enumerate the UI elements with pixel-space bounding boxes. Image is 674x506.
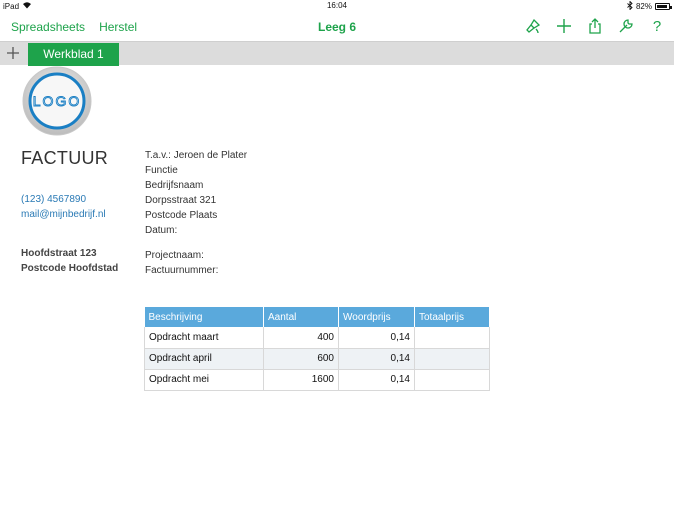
project-name: Projectnaam: — [145, 250, 204, 261]
battery-icon — [655, 3, 672, 10]
help-glyph: ? — [652, 17, 662, 35]
bluetooth-icon — [627, 0, 633, 12]
phone-number: (123) 4567890 — [21, 194, 87, 205]
invoice-heading: FACTUUR — [21, 148, 109, 168]
invoice-number: Factuurnummer: — [145, 265, 219, 276]
recipient-block: T.a.v.: Jeroen de Plater Functie Bedrijf… — [145, 148, 247, 238]
toolbar-right: ? — [524, 17, 666, 35]
table-header-row: Beschrijving Aantal Woordprijs Totaalpri… — [144, 307, 490, 327]
cell-description[interactable]: Opdracht mei — [144, 369, 264, 391]
company-address: Hoofdstraat 123 Postcode Hoofdstad — [21, 246, 118, 276]
recipient-function: Functie — [145, 165, 178, 176]
recipient-postal: Postcode Plaats — [145, 210, 218, 221]
status-bar: iPad 16:04 82% — [0, 0, 674, 12]
brush-icon[interactable] — [524, 17, 542, 35]
wrench-icon[interactable] — [617, 17, 635, 35]
table-row: Opdracht april 600 0,14 — [144, 348, 490, 370]
cell-description[interactable]: Opdracht april — [144, 348, 264, 370]
cell-word-price[interactable]: 0,14 — [338, 348, 415, 370]
table-row: Opdracht maart 400 0,14 — [144, 327, 490, 349]
cell-word-price[interactable]: 0,14 — [338, 327, 415, 349]
cell-description[interactable]: Opdracht maart — [144, 327, 264, 349]
toolbar: Spreadsheets Herstel Leeg 6 ? — [0, 12, 674, 41]
cell-quantity[interactable]: 400 — [263, 327, 339, 349]
company-logo: LOGO — [20, 66, 93, 136]
header-description[interactable]: Beschrijving — [144, 307, 264, 327]
status-right: 82% — [627, 0, 672, 12]
cell-quantity[interactable]: 1600 — [263, 369, 339, 391]
add-sheet-button[interactable] — [4, 44, 22, 62]
cell-word-price[interactable]: 0,14 — [338, 369, 415, 391]
share-icon[interactable] — [586, 17, 604, 35]
sheet-tab-bar: Werkblad 1 — [0, 41, 674, 66]
project-block: Projectnaam: Factuurnummer: — [145, 248, 218, 278]
cell-total-price[interactable] — [414, 327, 490, 349]
status-time: 16:04 — [326, 1, 348, 10]
header-total-price[interactable]: Totaalprijs — [414, 307, 490, 327]
table-row: Opdracht mei 1600 0,14 — [144, 369, 490, 391]
recipient-company: Bedrijfsnaam — [145, 180, 204, 191]
recipient-attn: T.a.v.: Jeroen de Plater — [145, 150, 248, 161]
invoice-date: Datum: — [145, 225, 178, 236]
contact-block: (123) 4567890 mail@mijnbedrijf.nl — [21, 192, 106, 222]
cell-total-price[interactable] — [414, 369, 490, 391]
recipient-street: Dorpsstraat 321 — [145, 195, 217, 206]
toolbar-left: Spreadsheets Herstel — [11, 20, 137, 34]
header-quantity[interactable]: Aantal — [263, 307, 339, 327]
email-address[interactable]: mail@mijnbedrijf.nl — [21, 207, 106, 222]
tab-werkblad-1[interactable]: Werkblad 1 — [28, 43, 119, 66]
invoice-table: Beschrijving Aantal Woordprijs Totaalpri… — [144, 307, 490, 391]
undo-button[interactable]: Herstel — [99, 20, 137, 34]
logo-text: LOGO — [33, 93, 81, 109]
cell-quantity[interactable]: 600 — [263, 348, 339, 370]
company-postal: Postcode Hoofdstad — [21, 263, 119, 274]
help-icon[interactable]: ? — [648, 17, 666, 35]
spreadsheets-button[interactable]: Spreadsheets — [11, 20, 85, 34]
cell-total-price[interactable] — [414, 348, 490, 370]
battery-percent: 82% — [635, 2, 652, 11]
header-word-price[interactable]: Woordprijs — [338, 307, 415, 327]
company-street: Hoofdstraat 123 — [21, 248, 97, 259]
plus-icon[interactable] — [555, 17, 573, 35]
